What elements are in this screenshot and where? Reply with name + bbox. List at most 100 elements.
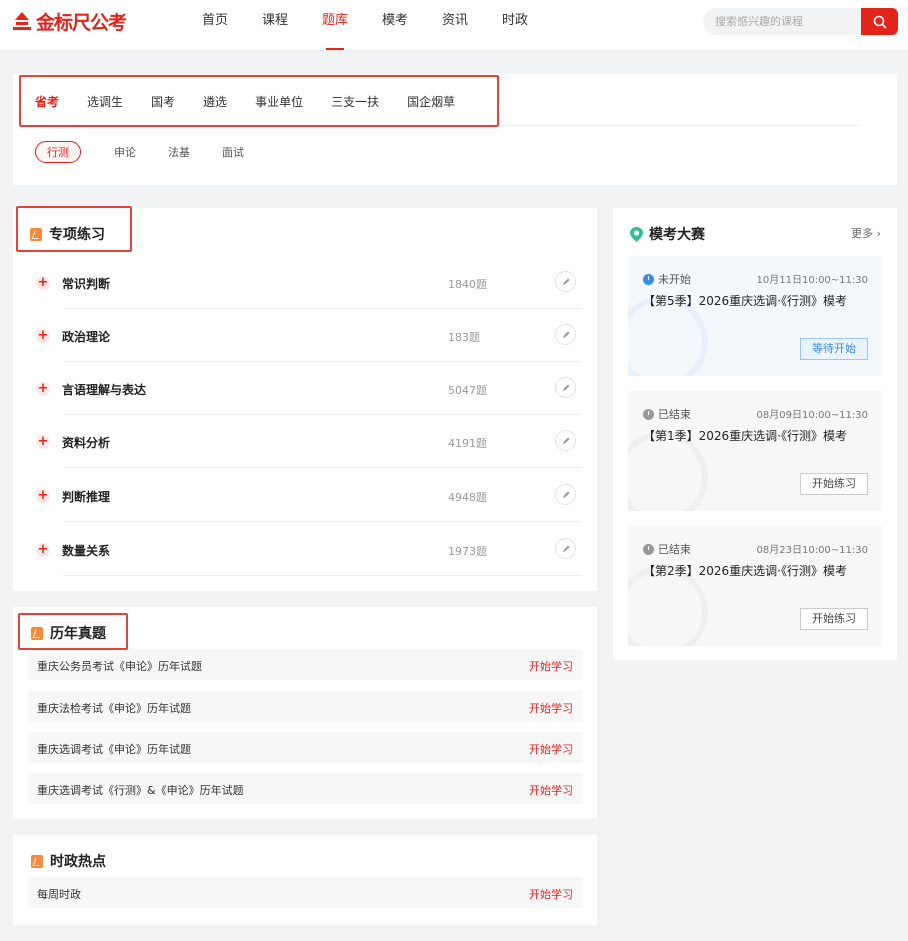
section-title-contest: 模考大赛: [630, 224, 705, 244]
tab-selected-graduates[interactable]: 选调生: [73, 74, 137, 131]
search-input[interactable]: [715, 8, 855, 35]
nav-home[interactable]: 首页: [185, 0, 245, 50]
nav-courses[interactable]: 课程: [245, 0, 305, 50]
practice-row[interactable]: + 数量关系 1973题: [13, 523, 597, 576]
section-title-hot: 时政热点: [31, 851, 106, 871]
hot-title: 时政热点: [50, 854, 106, 870]
start-practice-button[interactable]: 开始练习: [800, 473, 868, 495]
practice-title: 专项练习: [49, 227, 105, 243]
nav-news[interactable]: 资讯: [425, 0, 485, 50]
tab-selection[interactable]: 遴选: [189, 74, 241, 131]
pencil-note-icon: [31, 854, 43, 868]
exam-category-tabs: 省考 选调生 国考 遴选 事业单位 三支一扶 国企烟草: [21, 74, 469, 131]
practice-row[interactable]: + 常识判断 1840题: [13, 256, 597, 309]
expand-icon[interactable]: +: [36, 329, 50, 343]
contest-card: 已结束 08月23日10:00~11:30 【第2季】2026重庆选调·《行测》…: [628, 526, 882, 646]
contest-status: 已结束: [643, 541, 691, 557]
practice-row[interactable]: + 政治理论 183题: [13, 309, 597, 362]
edit-pencil-button[interactable]: [555, 377, 576, 398]
special-practice-panel: 专项练习 + 常识判断 1840题 + 政治理论 183题 + 言语理解与表达 …: [13, 208, 597, 591]
section-title-past-exams: 历年真题: [31, 623, 106, 643]
nav-current-affairs[interactable]: 时政: [485, 0, 545, 50]
list-item: 重庆选调考试《申论》历年试题 开始学习: [28, 732, 582, 763]
start-learning-link[interactable]: 开始学习: [529, 741, 573, 757]
tab-public-institution[interactable]: 事业单位: [241, 74, 317, 131]
start-learning-link[interactable]: 开始学习: [529, 782, 573, 798]
subject-tab-xingce[interactable]: 行测: [35, 141, 81, 163]
row-divider: [63, 575, 581, 576]
practice-row[interactable]: + 资料分析 4191题: [13, 415, 597, 468]
start-learning-link[interactable]: 开始学习: [529, 658, 573, 674]
subject-tab-faji[interactable]: 法基: [168, 144, 190, 160]
pencil-note-icon: [30, 227, 42, 241]
subject-tabs: 行测 申论 法基 面试: [35, 141, 276, 163]
mock-contest-panel: 模考大赛 更多 › 未开始 10月11日10:00~11:30 【第5季】202…: [613, 208, 897, 660]
practice-row[interactable]: + 言语理解与表达 5047题: [13, 362, 597, 415]
edit-pencil-button[interactable]: [555, 538, 576, 559]
edit-pencil-button[interactable]: [555, 271, 576, 292]
contest-name: 【第2季】2026重庆选调·《行测》模考: [643, 564, 847, 578]
pencil-icon: [562, 331, 569, 338]
clock-icon: [643, 543, 654, 555]
main-nav: 首页 课程 题库 模考 资讯 时政: [185, 0, 545, 50]
past-exams-panel: 历年真题 重庆公务员考试《申论》历年试题 开始学习 重庆法检考试《申论》历年试题…: [13, 607, 597, 819]
question-count: 183题: [448, 331, 480, 344]
subject-tab-interview[interactable]: 面试: [222, 144, 244, 160]
contest-time: 08月09日10:00~11:30: [756, 410, 868, 421]
tab-provincial-exam[interactable]: 省考: [21, 74, 73, 131]
edit-pencil-button[interactable]: [555, 324, 576, 345]
expand-icon[interactable]: +: [36, 489, 50, 503]
practice-name: 数量关系: [62, 544, 111, 558]
row-divider: [63, 467, 581, 468]
list-item: 重庆公务员考试《申论》历年试题 开始学习: [28, 649, 582, 680]
subject-tab-shenlun[interactable]: 申论: [114, 144, 136, 160]
status-text: 未开始: [658, 273, 691, 286]
logo-text: 金标尺公考: [36, 11, 127, 34]
tab-national-exam[interactable]: 国考: [137, 74, 189, 131]
exam-name: 重庆选调考试《申论》历年试题: [37, 743, 191, 756]
start-learning-link[interactable]: 开始学习: [529, 886, 573, 902]
expand-icon[interactable]: +: [36, 543, 50, 557]
practice-name: 常识判断: [62, 277, 111, 291]
contest-time: 08月23日10:00~11:30: [756, 545, 868, 556]
start-practice-button[interactable]: 开始练习: [800, 608, 868, 630]
nav-mock-exam[interactable]: 模考: [365, 0, 425, 50]
pencil-icon: [562, 491, 569, 498]
edit-pencil-button[interactable]: [555, 430, 576, 451]
clock-icon: [643, 408, 654, 420]
expand-icon[interactable]: +: [36, 276, 50, 290]
status-text: 已结束: [658, 408, 691, 421]
pencil-icon: [562, 384, 569, 391]
topic-name: 每周时政: [37, 888, 81, 901]
site-logo[interactable]: 金标尺公考: [12, 10, 127, 34]
contest-status: 已结束: [643, 406, 691, 422]
question-count: 1973题: [448, 545, 487, 558]
clock-icon: [643, 273, 654, 285]
contest-name: 【第1季】2026重庆选调·《行测》模考: [643, 429, 847, 443]
hot-topics-panel: 时政热点 每周时政 开始学习: [13, 835, 597, 925]
pencil-icon: [562, 545, 569, 552]
practice-row[interactable]: + 判断推理 4948题: [13, 469, 597, 522]
divider: [35, 125, 859, 126]
pencil-icon: [562, 278, 569, 285]
search-button[interactable]: [861, 8, 898, 35]
practice-name: 判断推理: [62, 490, 111, 504]
pencil-icon: [562, 437, 569, 444]
edit-pencil-button[interactable]: [555, 484, 576, 505]
exam-name: 重庆公务员考试《申论》历年试题: [37, 660, 202, 673]
list-item: 每周时政 开始学习: [28, 877, 582, 908]
expand-icon[interactable]: +: [36, 435, 50, 449]
tab-state-tobacco[interactable]: 国企烟草: [393, 74, 469, 131]
tab-three-supports[interactable]: 三支一扶: [317, 74, 393, 131]
expand-icon[interactable]: +: [36, 382, 50, 396]
nav-question-bank[interactable]: 题库: [305, 0, 365, 50]
more-link[interactable]: 更多 ›: [851, 225, 881, 241]
wait-start-button[interactable]: 等待开始: [800, 338, 868, 360]
start-learning-link[interactable]: 开始学习: [529, 700, 573, 716]
top-header: 金标尺公考 首页 课程 题库 模考 资讯 时政: [0, 0, 908, 50]
question-count: 1840题: [448, 278, 487, 291]
exam-name: 重庆法检考试《申论》历年试题: [37, 702, 191, 715]
list-item: 重庆选调考试《行测》&《申论》历年试题 开始学习: [28, 773, 582, 804]
location-badge-icon: [630, 226, 643, 242]
pencil-note-icon: [31, 626, 43, 640]
